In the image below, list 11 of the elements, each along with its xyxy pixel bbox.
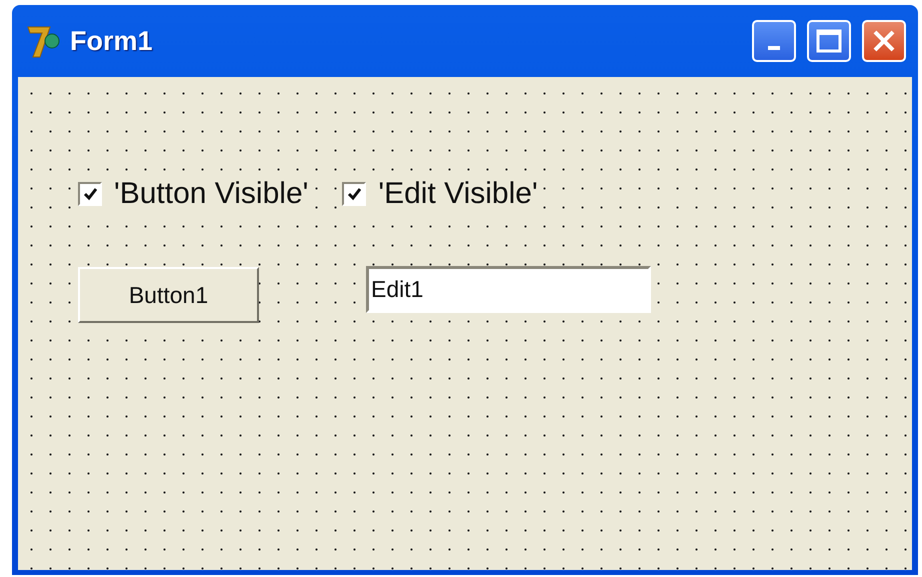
maximize-button[interactable]	[807, 20, 851, 62]
minimize-icon	[768, 46, 780, 50]
maximize-icon	[816, 29, 842, 53]
close-icon	[871, 28, 897, 54]
check-icon	[347, 187, 362, 201]
close-button[interactable]	[862, 20, 906, 62]
button[interactable]: Button1	[78, 267, 259, 323]
check-icon	[83, 187, 97, 201]
window-title: Form1	[70, 26, 154, 56]
edit-field[interactable]: Edit1	[366, 266, 651, 313]
minimize-button[interactable]	[752, 20, 796, 62]
